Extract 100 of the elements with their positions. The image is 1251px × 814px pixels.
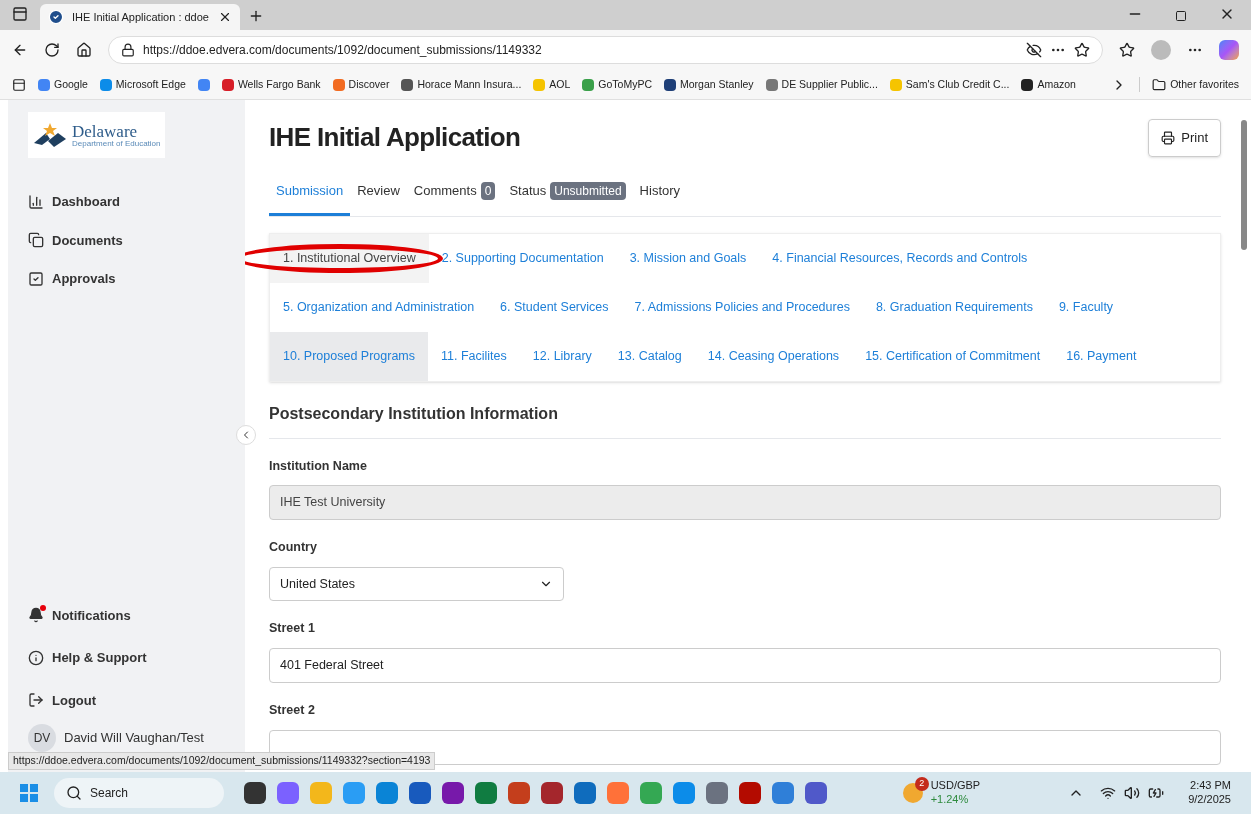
other-favorites-link[interactable]: Other favorites bbox=[1139, 76, 1239, 93]
section-link[interactable]: 5. Organization and Administration bbox=[270, 282, 488, 332]
page-tab[interactable]: Status Unsubmitted bbox=[502, 179, 633, 216]
section-link[interactable]: 16. Payment bbox=[1053, 331, 1150, 381]
clock-date: 9/2/2025 bbox=[1188, 793, 1231, 807]
windows-start-icon[interactable] bbox=[20, 784, 38, 802]
printer-icon bbox=[1161, 130, 1176, 145]
form-title: Postsecondary Institution Information bbox=[269, 401, 1221, 439]
bookmark-link[interactable]: GoToMyPC bbox=[582, 76, 652, 93]
battery-icon[interactable] bbox=[1148, 785, 1165, 801]
bookmark-link[interactable]: AOL bbox=[533, 76, 571, 93]
refresh-icon[interactable] bbox=[44, 42, 60, 58]
back-icon[interactable] bbox=[12, 42, 28, 58]
country-select[interactable]: United States bbox=[269, 567, 564, 601]
app-icon[interactable] bbox=[574, 782, 596, 804]
new-tab-icon[interactable] bbox=[248, 8, 264, 24]
bookmark-link[interactable]: Morgan Stanley bbox=[664, 76, 754, 93]
collapse-button[interactable] bbox=[236, 425, 256, 445]
logo-title: Delaware bbox=[72, 122, 139, 140]
section-link[interactable]: 14. Ceasing Operations bbox=[694, 331, 853, 381]
page-tab[interactable]: History bbox=[632, 179, 688, 216]
page-tab[interactable]: Submission bbox=[269, 179, 351, 216]
field-label: Street 1 bbox=[269, 620, 316, 637]
bookmark-link[interactable]: Wells Fargo Bank bbox=[221, 76, 321, 93]
user-avatar: DV bbox=[28, 724, 56, 752]
nav-link[interactable]: Documents bbox=[28, 230, 245, 250]
text-field[interactable]: 401 Federal Street bbox=[269, 647, 1221, 683]
field-label: Country bbox=[269, 539, 318, 557]
user-name: David Will Vaughan/Test bbox=[64, 729, 204, 748]
page-tab[interactable]: Comments 0 bbox=[406, 179, 503, 216]
section-link[interactable]: 4. Financial Resources, Records and Controls bbox=[759, 233, 1041, 283]
restore-icon[interactable] bbox=[1175, 10, 1187, 22]
favicon-icon[interactable] bbox=[197, 78, 210, 91]
site-favicon-icon bbox=[48, 9, 64, 25]
bookmark-link[interactable]: Discover bbox=[332, 76, 390, 93]
section-link[interactable]: 10. Proposed Programs bbox=[270, 331, 428, 381]
logo-subtitle: Department of Education bbox=[72, 139, 161, 148]
app-icon[interactable] bbox=[442, 782, 464, 804]
nav-link[interactable]: Notifications bbox=[28, 605, 245, 625]
section-link[interactable]: 12. Library bbox=[519, 331, 605, 381]
app-icon[interactable] bbox=[805, 782, 827, 804]
section-link[interactable]: 13. Catalog bbox=[604, 331, 695, 381]
section-link[interactable]: 3. Mission and Goals bbox=[616, 233, 760, 283]
bookmark-link[interactable]: Google bbox=[38, 76, 88, 93]
section-link[interactable]: 2. Supporting Documentation bbox=[428, 233, 617, 283]
section-link[interactable]: 9. Faculty bbox=[1045, 282, 1127, 332]
search-icon bbox=[66, 785, 82, 801]
bookmark-link[interactable]: Sam's Club Credit C... bbox=[889, 76, 1010, 93]
eye-off-icon[interactable] bbox=[1026, 42, 1042, 58]
section-link[interactable]: 6. Student Services bbox=[487, 282, 622, 332]
section-link[interactable]: 7. Admissions Policies and Procedures bbox=[621, 282, 863, 332]
home-icon[interactable] bbox=[76, 42, 92, 58]
info-icon bbox=[28, 649, 44, 666]
app-icon[interactable] bbox=[244, 782, 266, 804]
bell-icon bbox=[28, 607, 44, 624]
tab-title: IHE Initial Application : ddoe bbox=[72, 9, 210, 25]
taskbar-search[interactable]: Search bbox=[54, 778, 224, 808]
field-label: Institution Name bbox=[269, 457, 368, 475]
checkbox-icon bbox=[28, 270, 44, 287]
address-bar[interactable]: https://ddoe.edvera.com/documents/1092/document_submissions/1149332 bbox=[108, 36, 1103, 64]
lock-icon bbox=[121, 43, 135, 57]
bookmark-link[interactable]: DE Supplier Public... bbox=[765, 76, 878, 93]
bar-chart-icon bbox=[28, 193, 44, 210]
logo-drawing bbox=[32, 121, 68, 149]
tab-actions-icon[interactable] bbox=[12, 6, 28, 22]
speaker-icon[interactable] bbox=[1124, 785, 1141, 801]
section-link[interactable]: 15. Certification of Commitment bbox=[852, 331, 1054, 381]
wifi-icon[interactable] bbox=[1100, 785, 1117, 801]
folder-icon bbox=[1152, 77, 1167, 92]
sidebar-toggle-icon[interactable] bbox=[12, 77, 26, 92]
copy-icon bbox=[28, 232, 44, 249]
status-url: https://ddoe.edvera.com/documents/1092/document_submissions/1149332?section=4193 bbox=[8, 752, 436, 770]
page-title: IHE Initial Application bbox=[269, 121, 521, 154]
bookmark-link[interactable]: Horace Mann Insura... bbox=[401, 76, 522, 93]
section-link[interactable]: 8. Graduation Requirements bbox=[862, 282, 1046, 332]
app-icon[interactable] bbox=[739, 782, 761, 804]
bookmark-link[interactable]: Amazon bbox=[1021, 76, 1076, 93]
clock-time: 2:43 PM bbox=[1190, 779, 1231, 793]
tab-badge: 0 bbox=[480, 181, 496, 200]
section-link[interactable]: 11. Facilites bbox=[428, 331, 520, 381]
print-button[interactable]: Print bbox=[1148, 118, 1221, 157]
nav-link[interactable]: Dashboard bbox=[28, 192, 245, 212]
close-tab-icon[interactable] bbox=[218, 10, 232, 24]
field-label: Street 2 bbox=[269, 701, 316, 719]
nav-link[interactable]: Help & Support bbox=[28, 648, 245, 668]
widget-badge: 2 bbox=[914, 777, 929, 791]
bookmark-link[interactable]: Microsoft Edge bbox=[99, 76, 186, 93]
favorites-icon[interactable] bbox=[1119, 42, 1135, 58]
logout-icon bbox=[28, 692, 44, 709]
widget-title: USD/GBP bbox=[930, 779, 981, 793]
copilot-icon[interactable] bbox=[1219, 40, 1239, 60]
page-tab[interactable]: Review bbox=[350, 179, 407, 216]
app-icon[interactable] bbox=[409, 782, 431, 804]
widget-value: +1.24% bbox=[930, 793, 970, 807]
tab-badge: Unsubmitted bbox=[550, 181, 626, 200]
nav-link[interactable]: Approvals bbox=[28, 269, 245, 289]
favorite-star-icon[interactable] bbox=[1074, 42, 1090, 58]
app-icon[interactable] bbox=[541, 782, 563, 804]
browser-tab[interactable]: IHE Initial Application : ddoe bbox=[40, 4, 240, 30]
nav-link[interactable]: Logout bbox=[28, 690, 245, 710]
